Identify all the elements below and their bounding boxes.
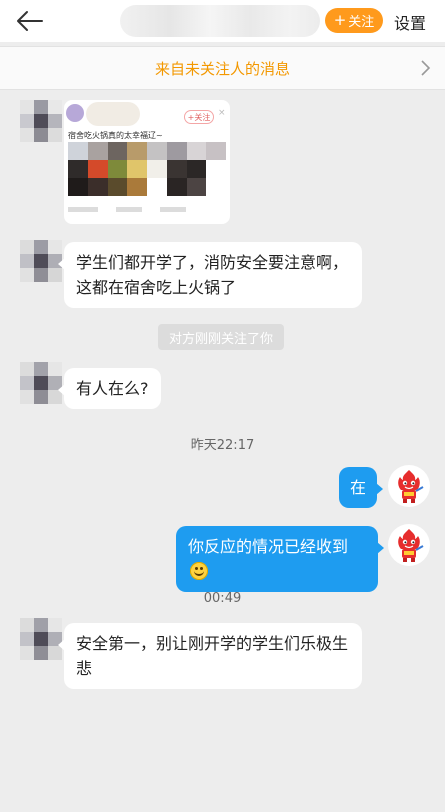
message-bubble-received[interactable]: 有人在么? (58, 368, 161, 409)
settings-button[interactable]: 设置 (394, 10, 426, 34)
system-notice: 对方刚刚关注了你 (158, 324, 284, 350)
message-bubble-received[interactable]: 学生们都开学了，消防安全要注意啊，这都在宿舍吃上火锅了 (58, 242, 362, 308)
sender-avatar[interactable] (20, 240, 62, 296)
post-caption: 宿舍吃火锅真的太幸福辽~ (68, 131, 163, 140)
post-author-avatar (66, 104, 84, 122)
banner-text: 来自未关注人的消息 (154, 59, 290, 78)
post-image-blurred (68, 142, 226, 196)
message-timestamp: 00:49 (203, 591, 242, 606)
fire-mascot-avatar-icon (389, 466, 429, 506)
follow-button[interactable]: + 关注 (325, 8, 383, 33)
post-author-name-blurred (86, 102, 140, 126)
fire-mascot-avatar-icon (389, 525, 429, 565)
message-bubble-received[interactable]: 安全第一，别让刚开学的学生们乐极生悲 (58, 623, 362, 689)
shared-post-card[interactable]: +关注 × 宿舍吃火锅真的太幸福辽~ (64, 100, 230, 224)
message-bubble-sent[interactable]: 你反应的情况已经收到 (176, 526, 384, 592)
message-bubble-sent[interactable]: 在 (339, 467, 383, 508)
my-avatar[interactable] (388, 524, 430, 566)
message-text: 你反应的情况已经收到 (188, 537, 349, 556)
my-avatar[interactable] (388, 465, 430, 507)
post-stats-blurred (68, 202, 226, 216)
follow-button-label: 关注 (348, 15, 375, 30)
chevron-right-icon (421, 60, 431, 76)
sender-avatar[interactable] (20, 618, 62, 674)
back-button[interactable] (12, 6, 46, 36)
conversation-title-blurred (120, 5, 320, 37)
plus-icon: + (333, 11, 347, 29)
sender-avatar[interactable] (20, 100, 62, 156)
message-timestamp: 昨天22:17 (190, 438, 255, 453)
post-follow-tag[interactable]: +关注 (184, 110, 214, 124)
close-icon[interactable]: × (218, 108, 226, 118)
unfollowed-messages-banner[interactable]: 来自未关注人的消息 (0, 46, 445, 90)
smile-emoji-icon (190, 562, 208, 580)
back-arrow-icon (17, 11, 43, 31)
top-bar: + 关注 设置 (0, 0, 445, 42)
sender-avatar[interactable] (20, 362, 62, 418)
